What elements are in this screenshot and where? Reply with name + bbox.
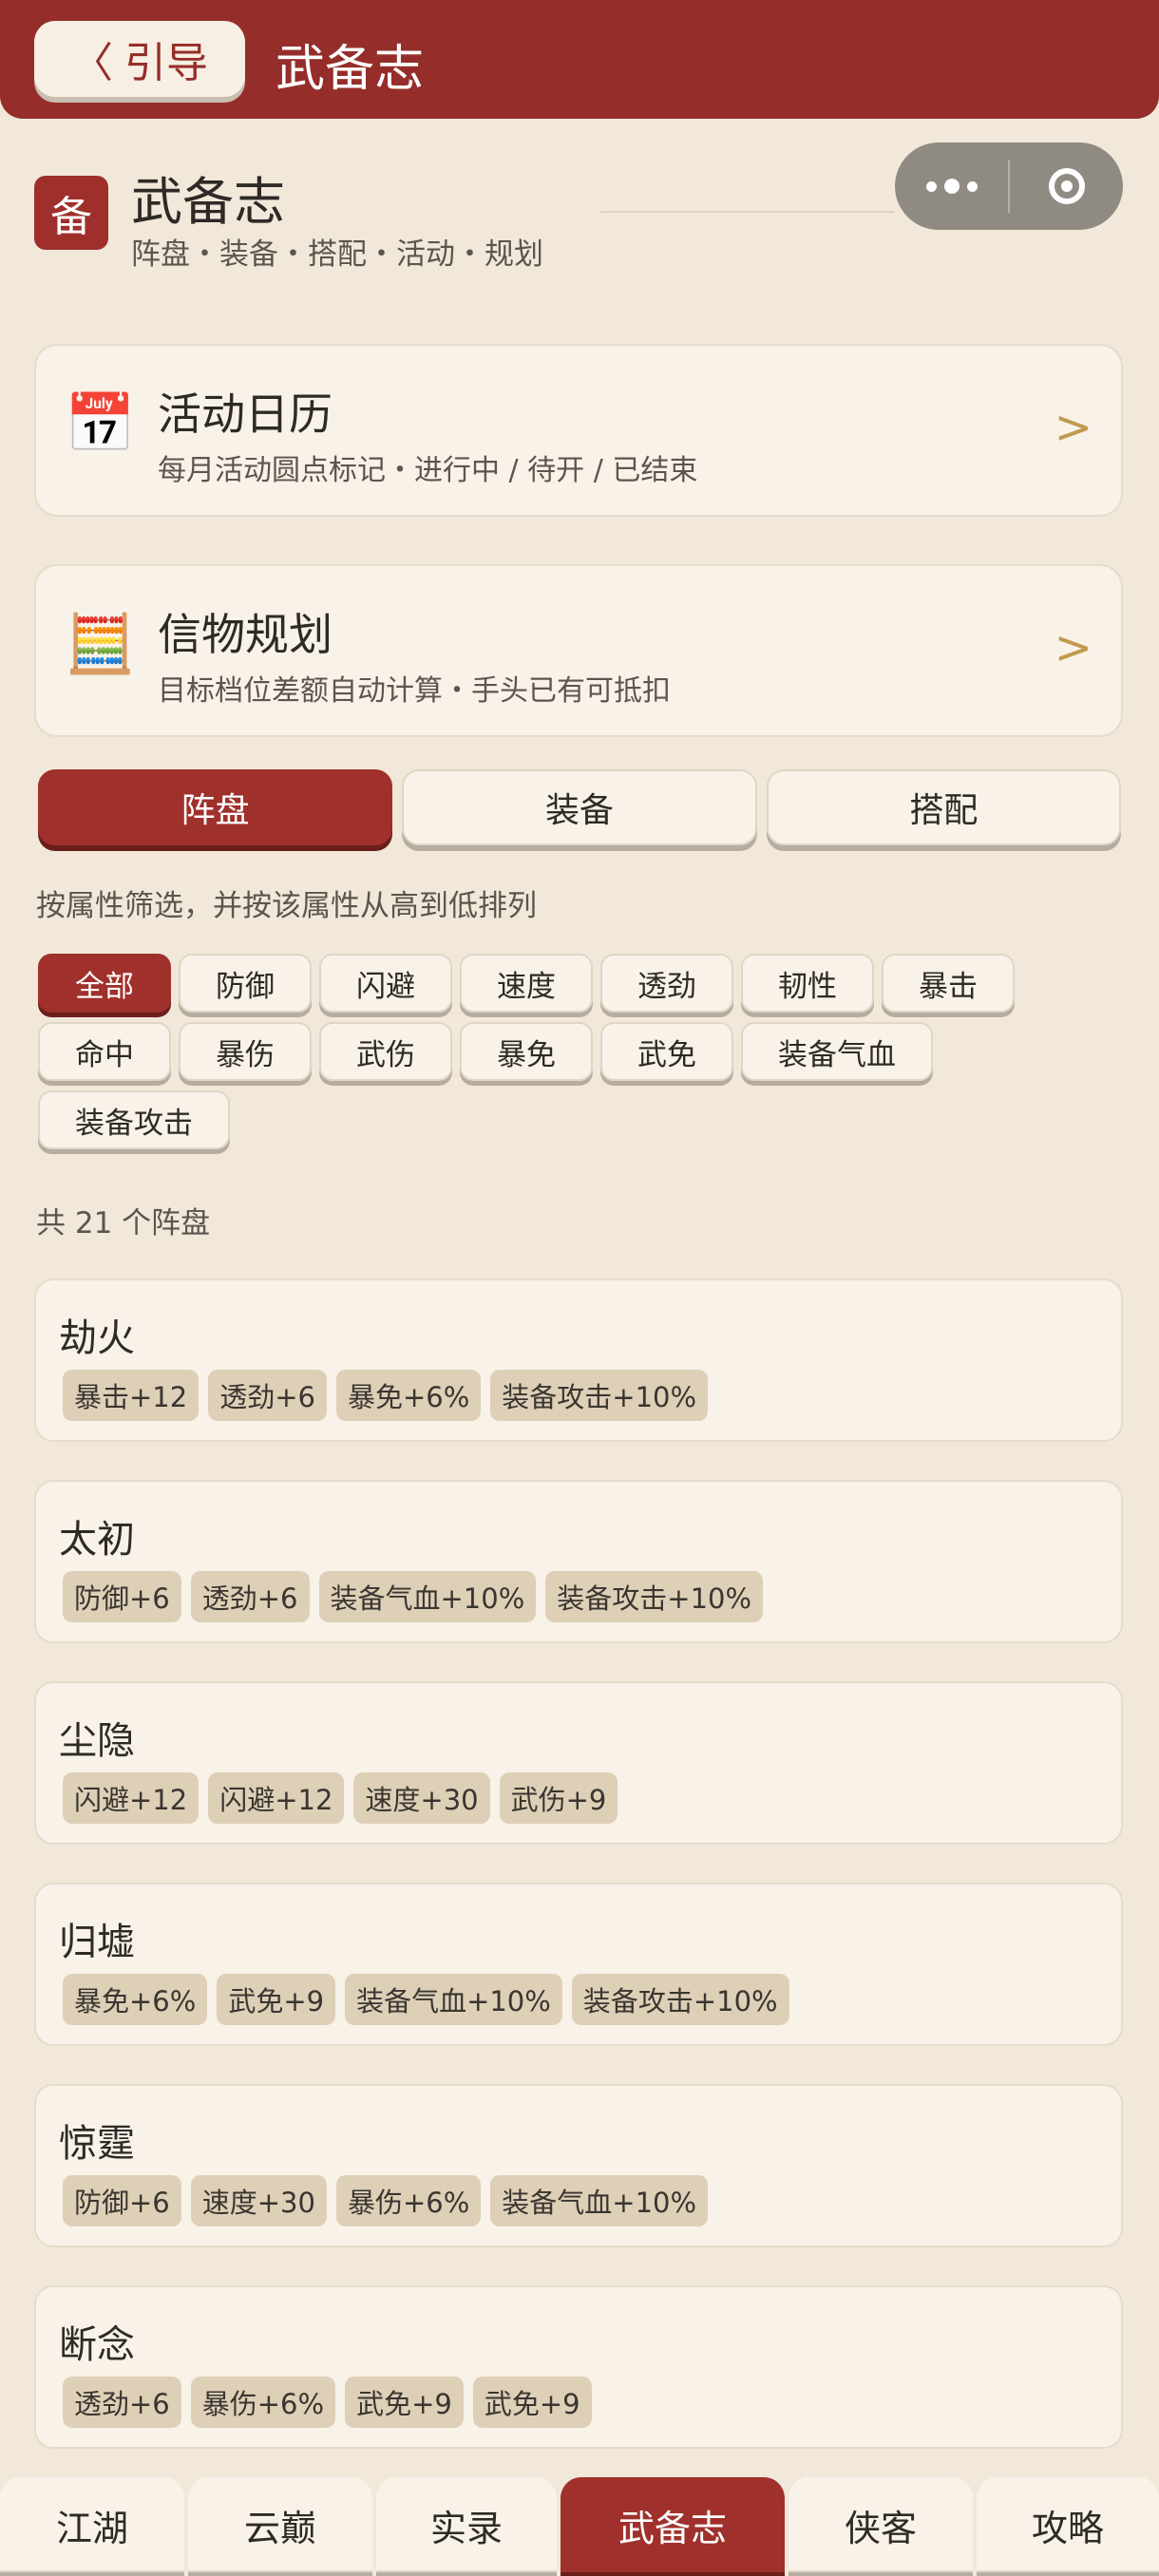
category-tabs: 阵盘 装备 搭配 bbox=[38, 769, 1121, 845]
abacus-icon: 🧮 bbox=[65, 611, 136, 677]
filter-chip[interactable]: 防御 bbox=[179, 954, 312, 1013]
filter-chip[interactable]: 装备气血 bbox=[741, 1022, 933, 1081]
back-button-label: 引导 bbox=[124, 39, 208, 87]
formation-name: 尘隐 bbox=[59, 1719, 135, 1763]
attribute-tag: 武免+9 bbox=[345, 2377, 464, 2428]
section-title: 武备志 bbox=[131, 172, 285, 232]
miniprogram-capsule bbox=[895, 142, 1123, 230]
attribute-tag: 暴伤+6% bbox=[190, 2377, 336, 2428]
formation-card[interactable]: 惊霆 防御+6 速度+30 暴伤+6% 装备气血+10% bbox=[34, 2084, 1123, 2247]
filter-chip-all[interactable]: 全部 bbox=[38, 954, 171, 1013]
attribute-tag: 装备攻击+10% bbox=[571, 1974, 789, 2025]
tab-combination[interactable]: 搭配 bbox=[766, 769, 1121, 845]
filter-chip[interactable]: 韧性 bbox=[741, 954, 874, 1013]
attribute-tag: 装备气血+10% bbox=[318, 1571, 537, 1622]
target-circle-icon bbox=[1048, 168, 1085, 204]
result-count: 共 21 个阵盘 bbox=[36, 1206, 211, 1241]
more-button[interactable] bbox=[895, 142, 1008, 230]
formation-card[interactable]: 尘隐 闪避+12 闪避+12 速度+30 武伤+9 bbox=[34, 1681, 1123, 1845]
formation-card[interactable]: 太初 防御+6 透劲+6 装备气血+10% 装备攻击+10% bbox=[34, 1480, 1123, 1643]
attribute-tags: 透劲+6 暴伤+6% 武免+9 武免+9 bbox=[63, 2377, 592, 2428]
attribute-tag: 暴伤+6% bbox=[335, 2175, 482, 2226]
bottom-nav: 江湖 云巅 实录 武备志 侠客 攻略 bbox=[0, 2473, 1159, 2576]
filter-chip[interactable]: 暴免 bbox=[460, 1022, 593, 1081]
attribute-tag: 武免+9 bbox=[217, 1974, 336, 2025]
app-logo: 备 bbox=[34, 176, 108, 250]
attribute-tag: 防御+6 bbox=[63, 1571, 181, 1622]
chevron-right-icon: > bbox=[1054, 621, 1092, 674]
attribute-tag: 武免+9 bbox=[472, 2377, 592, 2428]
formation-name: 太初 bbox=[59, 1518, 135, 1562]
filter-chip[interactable]: 命中 bbox=[38, 1022, 171, 1081]
nav-jianghu[interactable]: 江湖 bbox=[0, 2477, 184, 2572]
close-miniprogram-button[interactable] bbox=[1010, 142, 1123, 230]
entry-title: 活动日历 bbox=[158, 388, 332, 440]
nav-xiake[interactable]: 侠客 bbox=[788, 2477, 973, 2572]
attribute-tag: 闪避+12 bbox=[63, 1772, 200, 1824]
attribute-tag: 速度+30 bbox=[353, 1772, 490, 1824]
attribute-tag: 闪避+12 bbox=[208, 1772, 345, 1824]
entry-title: 信物规划 bbox=[158, 609, 332, 660]
attribute-tag: 暴免+6% bbox=[335, 1370, 482, 1421]
attribute-tag: 装备攻击+10% bbox=[545, 1571, 764, 1622]
filter-chip[interactable]: 装备攻击 bbox=[38, 1090, 230, 1149]
attribute-tag: 速度+30 bbox=[190, 2175, 327, 2226]
formation-name: 劫火 bbox=[59, 1316, 135, 1360]
attribute-tag: 透劲+6 bbox=[63, 2377, 181, 2428]
page-title: 武备志 bbox=[276, 41, 425, 98]
calendar-icon: 📅 bbox=[65, 390, 136, 457]
attribute-tag: 暴击+12 bbox=[63, 1370, 200, 1421]
attribute-tags: 闪避+12 闪避+12 速度+30 武伤+9 bbox=[63, 1772, 618, 1824]
attribute-tag: 装备攻击+10% bbox=[490, 1370, 709, 1421]
chevron-left-icon: 〈 bbox=[71, 39, 113, 87]
attribute-tag: 透劲+6 bbox=[190, 1571, 310, 1622]
attribute-tag: 透劲+6 bbox=[208, 1370, 327, 1421]
token-planning-entry[interactable]: 🧮 信物规划 目标档位差额自动计算・手头已有可抵扣 > bbox=[34, 564, 1123, 737]
filter-chip[interactable]: 暴伤 bbox=[179, 1022, 312, 1081]
formation-name: 归墟 bbox=[59, 1921, 135, 1964]
attribute-tag: 暴免+6% bbox=[63, 1974, 208, 2025]
nav-yundian[interactable]: 云巅 bbox=[188, 2477, 372, 2572]
filter-chip[interactable]: 透劲 bbox=[600, 954, 733, 1013]
formation-card[interactable]: 断念 透劲+6 暴伤+6% 武免+9 武免+9 bbox=[34, 2285, 1123, 2449]
attribute-tags: 防御+6 透劲+6 装备气血+10% 装备攻击+10% bbox=[63, 1571, 764, 1622]
attribute-tag: 防御+6 bbox=[63, 2175, 181, 2226]
activity-calendar-entry[interactable]: 📅 活动日历 每月活动圆点标记・进行中 / 待开 / 已结束 > bbox=[34, 344, 1123, 517]
entry-subtitle: 每月活动圆点标记・进行中 / 待开 / 已结束 bbox=[158, 454, 698, 487]
header-divider bbox=[600, 211, 895, 213]
tab-equipment[interactable]: 装备 bbox=[402, 769, 757, 845]
formation-name: 断念 bbox=[59, 2323, 135, 2367]
attribute-filter-chips: 全部 防御 闪避 速度 透劲 韧性 暴击 命中 暴伤 武伤 暴免 武免 装备气血… bbox=[38, 954, 1092, 1149]
more-dots-icon bbox=[925, 179, 978, 194]
attribute-tags: 防御+6 速度+30 暴伤+6% 装备气血+10% bbox=[63, 2175, 709, 2226]
nav-wubeizhi[interactable]: 武备志 bbox=[560, 2477, 785, 2572]
tab-formation[interactable]: 阵盘 bbox=[38, 769, 393, 845]
chevron-right-icon: > bbox=[1054, 401, 1092, 454]
formation-card[interactable]: 劫火 暴击+12 透劲+6 暴免+6% 装备攻击+10% bbox=[34, 1279, 1123, 1442]
filter-chip[interactable]: 暴击 bbox=[882, 954, 1015, 1013]
filter-chip[interactable]: 武伤 bbox=[319, 1022, 452, 1081]
section-subtitle: 阵盘・装备・搭配・活动・规划 bbox=[131, 237, 543, 272]
filter-hint: 按属性筛选，并按该属性从高到低排列 bbox=[36, 889, 537, 923]
filter-chip[interactable]: 速度 bbox=[460, 954, 593, 1013]
nav-shilu[interactable]: 实录 bbox=[376, 2477, 557, 2572]
top-bar: 〈 引导 武备志 bbox=[0, 0, 1159, 119]
filter-chip[interactable]: 武免 bbox=[600, 1022, 733, 1081]
filter-chip[interactable]: 闪避 bbox=[319, 954, 452, 1013]
formation-card[interactable]: 归墟 暴免+6% 武免+9 装备气血+10% 装备攻击+10% bbox=[34, 1883, 1123, 2046]
attribute-tag: 装备气血+10% bbox=[490, 2175, 709, 2226]
attribute-tags: 暴击+12 透劲+6 暴免+6% 装备攻击+10% bbox=[63, 1370, 709, 1421]
entry-subtitle: 目标档位差额自动计算・手头已有可抵扣 bbox=[158, 674, 671, 708]
attribute-tags: 暴免+6% 武免+9 装备气血+10% 装备攻击+10% bbox=[63, 1974, 789, 2025]
back-button[interactable]: 〈 引导 bbox=[34, 21, 245, 97]
attribute-tag: 装备气血+10% bbox=[345, 1974, 562, 2025]
nav-gonglue[interactable]: 攻略 bbox=[977, 2477, 1159, 2572]
formation-name: 惊霆 bbox=[59, 2122, 135, 2166]
attribute-tag: 武伤+9 bbox=[499, 1772, 618, 1824]
